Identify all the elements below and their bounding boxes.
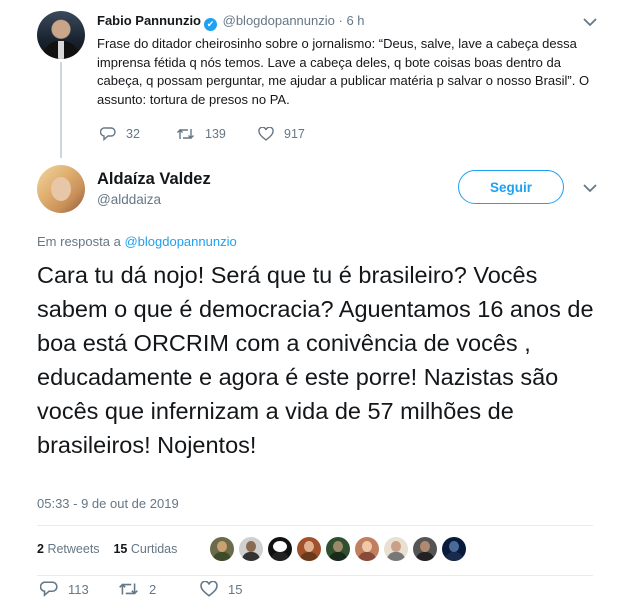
- retweet-count: 139: [205, 127, 226, 141]
- avatar[interactable]: [384, 537, 408, 561]
- reply-button[interactable]: 32: [100, 127, 140, 141]
- retweet-icon: [177, 129, 194, 139]
- avatar[interactable]: [268, 537, 292, 561]
- reply-count: 113: [68, 581, 89, 597]
- chevron-down-icon[interactable]: [583, 183, 597, 193]
- like-count: 15: [228, 581, 243, 597]
- separator: ·: [338, 13, 343, 28]
- parent-tweet: Fabio Pannunzio ✔ @blogdopannunzio · 6 h …: [0, 0, 628, 160]
- avatar[interactable]: [37, 165, 85, 213]
- tweet-timestamp[interactable]: 05:33 - 9 de out de 2019: [37, 496, 179, 511]
- follow-button[interactable]: Seguir: [458, 170, 564, 204]
- likers-avatars: [210, 537, 471, 561]
- avatar[interactable]: [210, 537, 234, 561]
- author-handle[interactable]: @alddaiza: [97, 192, 161, 207]
- divider: [37, 525, 593, 526]
- author-handle[interactable]: @blogdopannunzio: [223, 13, 335, 28]
- divider: [37, 575, 593, 576]
- avatar[interactable]: [297, 537, 321, 561]
- avatar[interactable]: [326, 537, 350, 561]
- retweet-icon: [119, 583, 138, 595]
- reply-button[interactable]: 113: [40, 581, 89, 597]
- author-name[interactable]: Fabio Pannunzio: [97, 13, 201, 28]
- tweet-header: Fabio Pannunzio ✔ @blogdopannunzio · 6 h: [97, 13, 365, 31]
- tweet-stats: 2 Retweets 15 Curtidas: [37, 542, 177, 556]
- tweet-time[interactable]: 6 h: [346, 13, 364, 28]
- retweets-stat[interactable]: 2 Retweets: [37, 542, 100, 556]
- like-icon: [258, 127, 274, 141]
- chevron-down-icon[interactable]: [583, 17, 597, 27]
- verified-icon: ✔: [204, 18, 217, 31]
- retweet-count: 2: [149, 581, 157, 597]
- reply-icon: [100, 127, 116, 141]
- avatar[interactable]: [37, 11, 85, 59]
- retweet-button[interactable]: 2: [118, 581, 156, 597]
- avatar[interactable]: [413, 537, 437, 561]
- retweet-button[interactable]: 139: [176, 127, 226, 141]
- avatar[interactable]: [442, 537, 466, 561]
- thread-line: [60, 62, 62, 158]
- tweet-text: Cara tu dá nojo! Será que tu é brasileir…: [37, 262, 594, 458]
- mention-link[interactable]: @blogdopannunzio: [124, 234, 236, 249]
- like-icon: [200, 581, 218, 597]
- like-button[interactable]: 917: [258, 127, 305, 141]
- avatar[interactable]: [239, 537, 263, 561]
- reply-count: 32: [126, 127, 140, 141]
- in-reply-label: Em resposta a: [37, 234, 121, 249]
- author-name[interactable]: Aldaíza Valdez: [97, 170, 211, 189]
- reply-icon: [40, 581, 58, 597]
- likes-stat[interactable]: 15 Curtidas: [113, 542, 177, 556]
- avatar[interactable]: [355, 537, 379, 561]
- like-count: 917: [284, 127, 305, 141]
- tweet-text: Frase do ditador cheirosinho sobre o jor…: [97, 36, 590, 107]
- in-reply-to: Em resposta a @blogdopannunzio: [37, 234, 237, 249]
- like-button[interactable]: 15: [200, 581, 242, 597]
